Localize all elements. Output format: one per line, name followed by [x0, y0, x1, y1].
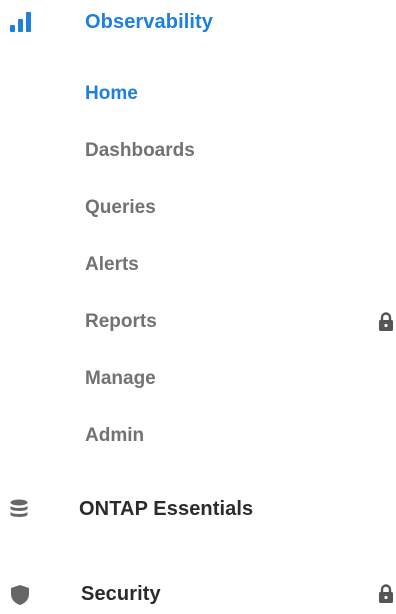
sidebar-item-label: Queries: [85, 197, 156, 218]
sidebar-item-label: Manage: [85, 368, 156, 389]
sidebar-item-queries[interactable]: Queries: [0, 188, 396, 228]
lock-icon: [379, 584, 393, 603]
sidebar-item-manage[interactable]: Manage: [0, 359, 396, 399]
sidebar-section-security[interactable]: Security: [0, 574, 396, 614]
sidebar-item-label: Dashboards: [85, 140, 195, 161]
sidebar-item-dashboards[interactable]: Dashboards: [0, 131, 396, 171]
sidebar-section-observability[interactable]: Observability: [0, 2, 396, 42]
sidebar-section-label: Security: [81, 582, 161, 605]
sidebar-item-label: Admin: [85, 425, 145, 446]
sidebar-item-label: Home: [85, 83, 138, 104]
sidebar-section-label: Observability: [85, 10, 214, 33]
sidebar-section-label: ONTAP Essentials: [79, 497, 254, 520]
sidebar-nav: Observability Home Dashboards Queries Al…: [0, 0, 396, 614]
lock-icon: [379, 312, 393, 331]
sidebar-item-reports[interactable]: Reports: [0, 302, 396, 342]
sidebar-item-alerts[interactable]: Alerts: [0, 245, 396, 285]
shield-icon: [11, 585, 29, 605]
sidebar-item-label: Reports: [85, 311, 157, 332]
sidebar-section-ontap-essentials[interactable]: ONTAP Essentials: [0, 489, 396, 529]
sidebar-item-admin[interactable]: Admin: [0, 416, 396, 456]
bar-chart-icon: [10, 12, 31, 32]
sidebar-item-home[interactable]: Home: [0, 74, 396, 114]
database-icon: [10, 499, 28, 517]
sidebar-item-label: Alerts: [85, 254, 139, 275]
